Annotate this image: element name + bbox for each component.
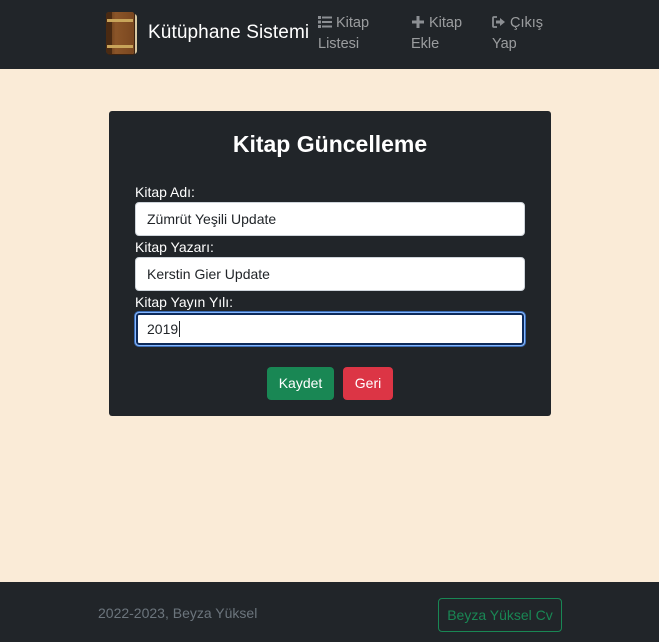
nav-link-label: Listesi bbox=[318, 36, 360, 52]
nav-link-label: Kitap bbox=[336, 15, 370, 31]
book-year-input[interactable]: 2019 bbox=[135, 312, 525, 346]
form-title: Kitap Güncelleme bbox=[232, 131, 428, 157]
nav-link-kitap-ekle[interactable]: Kitap Ekle bbox=[411, 13, 462, 55]
nav-link-label: Çıkış bbox=[510, 15, 544, 31]
brand-link[interactable]: Kütüphane Sistemi bbox=[104, 9, 309, 57]
list-icon bbox=[318, 16, 332, 28]
update-book-card: Kitap Güncelleme Kitap Adı: Zümrüt Yeşil… bbox=[109, 111, 551, 416]
nav-link-label: Kitap bbox=[429, 15, 463, 31]
book-name-value: Zümrüt Yeşili Update bbox=[147, 211, 277, 227]
book-year-value: 2019 bbox=[147, 321, 179, 337]
plus-icon bbox=[412, 16, 424, 28]
book-year-label: Kitap Yayın Yılı: bbox=[135, 294, 234, 310]
book-author-label: Kitap Yazarı: bbox=[135, 239, 214, 255]
nav-link-label: Yap bbox=[492, 36, 517, 52]
save-button[interactable]: Kaydet bbox=[267, 367, 334, 400]
sign-out-icon bbox=[492, 16, 505, 28]
navbar: Kütüphane Sistemi Kitap Listesi Kitap Ek… bbox=[0, 0, 659, 69]
book-name-label: Kitap Adı: bbox=[135, 184, 195, 200]
back-button[interactable]: Geri bbox=[343, 367, 393, 400]
nav-link-label: Ekle bbox=[411, 36, 440, 52]
book-icon bbox=[104, 10, 138, 56]
book-name-input[interactable]: Zümrüt Yeşili Update bbox=[135, 202, 525, 236]
book-author-input[interactable]: Kerstin Gier Update bbox=[135, 257, 525, 291]
copyright-text: 2022-2023, Beyza Yüksel bbox=[98, 605, 258, 621]
nav-link-cikis-yap[interactable]: Çıkış Yap bbox=[492, 13, 543, 55]
brand-title: Kütüphane Sistemi bbox=[148, 22, 310, 43]
nav-link-kitap-listesi[interactable]: Kitap Listesi bbox=[318, 13, 369, 55]
book-author-value: Kerstin Gier Update bbox=[147, 266, 270, 282]
footer: 2022-2023, Beyza Yüksel Beyza Yüksel Cv bbox=[0, 582, 659, 642]
text-caret bbox=[179, 321, 181, 337]
cv-button[interactable]: Beyza Yüksel Cv bbox=[438, 598, 562, 632]
